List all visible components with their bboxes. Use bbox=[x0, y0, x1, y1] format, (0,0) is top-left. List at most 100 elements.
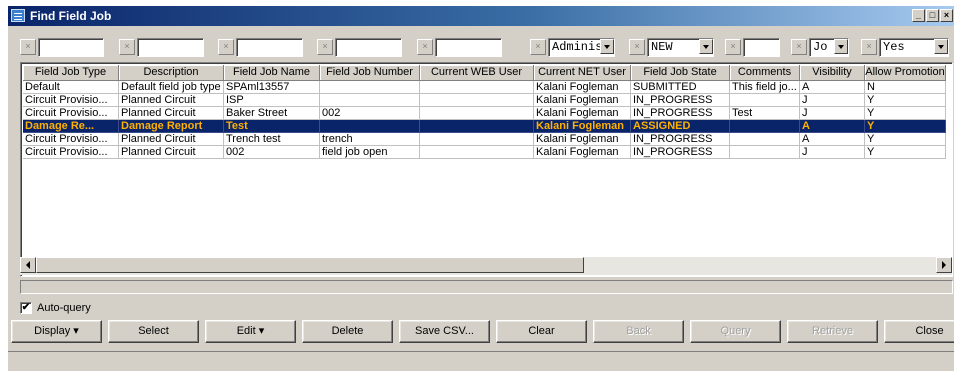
table-cell[interactable]: Test bbox=[224, 120, 320, 133]
table-cell[interactable]: IN_PROGRESS bbox=[631, 107, 730, 120]
table-cell[interactable]: 002 bbox=[320, 107, 420, 120]
table-cell[interactable]: A bbox=[800, 133, 865, 146]
column-header[interactable]: Comments bbox=[730, 65, 800, 81]
filter-clear-button[interactable]: × bbox=[317, 39, 333, 55]
chevron-down-icon[interactable] bbox=[934, 39, 948, 54]
table-cell[interactable]: Planned Circuit bbox=[119, 94, 224, 107]
chevron-down-icon[interactable] bbox=[600, 39, 614, 54]
table-cell[interactable]: ISP bbox=[224, 94, 320, 107]
table-cell[interactable]: Planned Circuit bbox=[119, 146, 224, 159]
filter-input[interactable] bbox=[743, 38, 780, 57]
table-cell[interactable]: Test bbox=[730, 107, 800, 120]
back-button[interactable]: Back bbox=[593, 320, 684, 343]
horizontal-scrollbar[interactable] bbox=[20, 257, 952, 275]
table-cell[interactable]: Circuit Provisio... bbox=[23, 94, 119, 107]
filter-clear-button[interactable]: × bbox=[725, 39, 741, 55]
table-cell[interactable]: Y bbox=[865, 107, 946, 120]
retrieve-button[interactable]: Retrieve bbox=[787, 320, 878, 343]
filter-input[interactable] bbox=[137, 38, 204, 57]
checkbox-box[interactable]: ✔ bbox=[20, 302, 32, 314]
scroll-left-button[interactable] bbox=[20, 257, 36, 273]
table-cell[interactable] bbox=[420, 94, 534, 107]
filter-input[interactable] bbox=[435, 38, 502, 57]
filter-clear-button[interactable]: × bbox=[119, 39, 135, 55]
table-cell[interactable]: field job open bbox=[320, 146, 420, 159]
table-cell[interactable]: N bbox=[865, 81, 946, 94]
column-header[interactable]: Field Job State bbox=[631, 65, 730, 81]
table-cell[interactable]: J bbox=[800, 107, 865, 120]
filter-clear-button[interactable]: × bbox=[791, 39, 807, 55]
select-button[interactable]: Select bbox=[108, 320, 199, 343]
table-cell[interactable] bbox=[420, 120, 534, 133]
column-header[interactable]: Field Job Number bbox=[320, 65, 420, 81]
table-cell[interactable]: Baker Street bbox=[224, 107, 320, 120]
table-cell[interactable]: Damage Re... bbox=[23, 120, 119, 133]
table-cell[interactable]: trench bbox=[320, 133, 420, 146]
column-header[interactable]: Field Job Name bbox=[224, 65, 320, 81]
table-cell[interactable]: IN_PROGRESS bbox=[631, 94, 730, 107]
table-cell[interactable]: Default field job type bbox=[119, 81, 224, 94]
filter-clear-button[interactable]: × bbox=[629, 39, 645, 55]
table-cell[interactable] bbox=[320, 120, 420, 133]
close-button[interactable]: Close bbox=[884, 320, 954, 343]
table-cell[interactable]: J bbox=[800, 94, 865, 107]
table-cell[interactable]: Y bbox=[865, 133, 946, 146]
table-cell[interactable] bbox=[730, 146, 800, 159]
table-cell[interactable] bbox=[320, 81, 420, 94]
table-cell[interactable]: 002 bbox=[224, 146, 320, 159]
table-cell[interactable]: Y bbox=[865, 120, 946, 133]
column-header[interactable]: Current WEB User bbox=[420, 65, 534, 81]
filter-input[interactable] bbox=[38, 38, 104, 57]
table-cell[interactable] bbox=[420, 107, 534, 120]
maximize-button[interactable]: □ bbox=[926, 9, 939, 22]
filter-input[interactable] bbox=[236, 38, 303, 57]
table-cell[interactable]: SUBMITTED bbox=[631, 81, 730, 94]
table-cell[interactable]: Kalani Fogleman bbox=[534, 94, 631, 107]
table-cell[interactable]: This field jo... bbox=[730, 81, 800, 94]
table-cell[interactable]: Kalani Fogleman bbox=[534, 107, 631, 120]
table-cell[interactable]: Trench test bbox=[224, 133, 320, 146]
table-cell[interactable]: Kalani Fogleman bbox=[534, 133, 631, 146]
table-cell[interactable]: SPAml13557 bbox=[224, 81, 320, 94]
table-cell[interactable] bbox=[730, 120, 800, 133]
filter-clear-button[interactable]: × bbox=[20, 39, 36, 55]
save-csv-button[interactable]: Save CSV... bbox=[399, 320, 490, 343]
column-header[interactable]: Visibility bbox=[800, 65, 865, 81]
table-cell[interactable]: Circuit Provisio... bbox=[23, 133, 119, 146]
column-header[interactable]: Allow Promotion bbox=[865, 65, 946, 81]
clear-button[interactable]: Clear bbox=[496, 320, 587, 343]
display-button[interactable]: Display ▾ bbox=[11, 320, 102, 343]
filter-clear-button[interactable]: × bbox=[530, 39, 546, 55]
table-cell[interactable]: Planned Circuit bbox=[119, 133, 224, 146]
table-cell[interactable]: ASSIGNED bbox=[631, 120, 730, 133]
filter-clear-button[interactable]: × bbox=[417, 39, 433, 55]
column-header[interactable]: Field Job Type bbox=[23, 65, 119, 81]
table-cell[interactable]: IN_PROGRESS bbox=[631, 133, 730, 146]
table-cell[interactable]: Kalani Fogleman bbox=[534, 146, 631, 159]
scroll-right-button[interactable] bbox=[936, 257, 952, 273]
table-cell[interactable]: A bbox=[800, 120, 865, 133]
table-cell[interactable] bbox=[420, 146, 534, 159]
table-cell[interactable]: Y bbox=[865, 94, 946, 107]
table-cell[interactable]: A bbox=[800, 81, 865, 94]
filter-input[interactable] bbox=[335, 38, 402, 57]
table-cell[interactable]: Kalani Fogleman bbox=[534, 120, 631, 133]
table-cell[interactable] bbox=[730, 133, 800, 146]
column-header[interactable]: Current NET User bbox=[534, 65, 631, 81]
table-cell[interactable]: Kalani Fogleman bbox=[534, 81, 631, 94]
table-cell[interactable] bbox=[420, 133, 534, 146]
filter-clear-button[interactable]: × bbox=[861, 39, 877, 55]
chevron-down-icon[interactable] bbox=[699, 39, 713, 54]
table-cell[interactable]: Planned Circuit bbox=[119, 107, 224, 120]
chevron-down-icon[interactable] bbox=[834, 39, 848, 54]
edit-button[interactable]: Edit ▾ bbox=[205, 320, 296, 343]
table-cell[interactable]: Y bbox=[865, 146, 946, 159]
table-cell[interactable]: IN_PROGRESS bbox=[631, 146, 730, 159]
table-cell[interactable]: Default bbox=[23, 81, 119, 94]
minimize-button[interactable]: _ bbox=[912, 9, 925, 22]
table-cell[interactable] bbox=[320, 94, 420, 107]
table-cell[interactable]: Circuit Provisio... bbox=[23, 146, 119, 159]
query-button[interactable]: Query bbox=[690, 320, 781, 343]
table-cell[interactable]: Damage Report bbox=[119, 120, 224, 133]
title-bar[interactable]: Find Field Job _ □ × bbox=[8, 6, 954, 26]
